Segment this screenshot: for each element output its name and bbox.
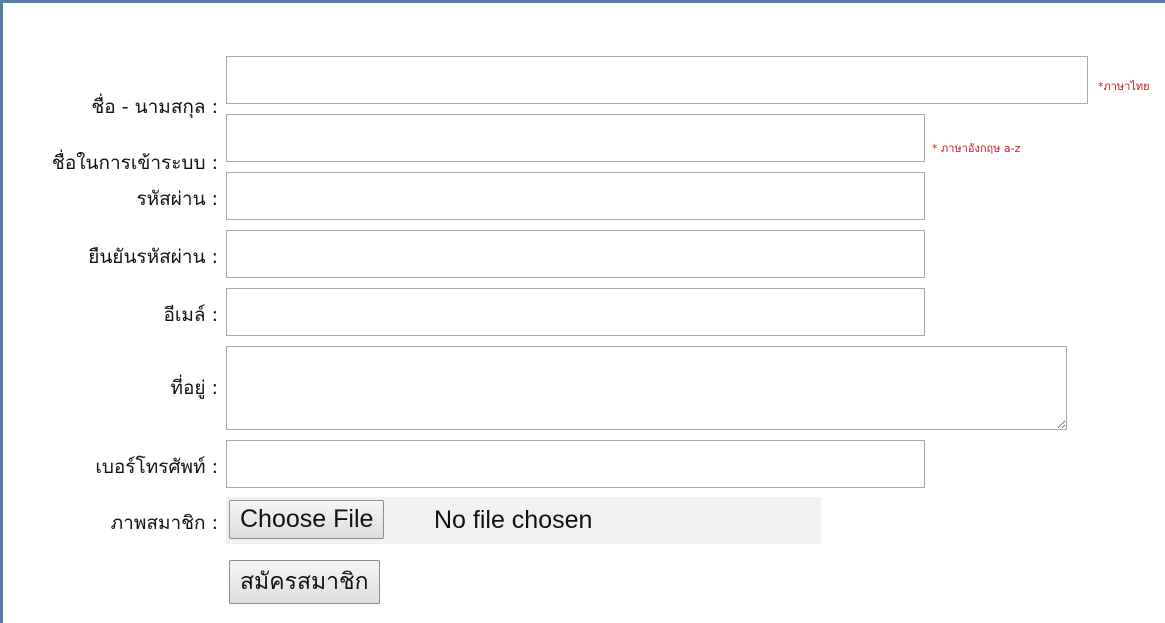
phone-input[interactable] (226, 440, 925, 488)
choose-file-button[interactable]: Choose File (229, 500, 385, 539)
registration-form-panel: ชื่อ - นามสกุล : *ภาษาไทย ชื่อในการเข้าร… (0, 0, 1165, 623)
password-input[interactable] (226, 172, 925, 220)
photo-file-picker[interactable]: Choose File No file chosen (226, 497, 821, 544)
username-hint: * ภาษาอังกฤษ a-z (932, 142, 1021, 155)
register-button[interactable]: สมัครสมาชิก (229, 560, 380, 604)
email-label: อีเมล์ : (163, 304, 218, 326)
username-label: ชื่อในการเข้าระบบ : (51, 152, 218, 174)
photo-label: ภาพสมาชิก : (110, 512, 218, 534)
email-input[interactable] (226, 288, 925, 336)
fullname-label: ชื่อ - นามสกุล : (91, 96, 218, 118)
address-textarea[interactable] (226, 346, 1067, 430)
fullname-hint: *ภาษาไทย (1098, 80, 1150, 93)
username-input[interactable] (226, 114, 925, 162)
phone-label: เบอร์โทรศัพท์ : (95, 456, 218, 478)
confirm-password-label: ยืนยันรหัสผ่าน : (88, 246, 218, 268)
file-status-text: No file chosen (434, 506, 593, 534)
password-label: รหัสผ่าน : (136, 188, 218, 210)
address-label: ที่อยู่ : (170, 377, 218, 399)
fullname-input[interactable] (226, 56, 1088, 104)
confirm-password-input[interactable] (226, 230, 925, 278)
